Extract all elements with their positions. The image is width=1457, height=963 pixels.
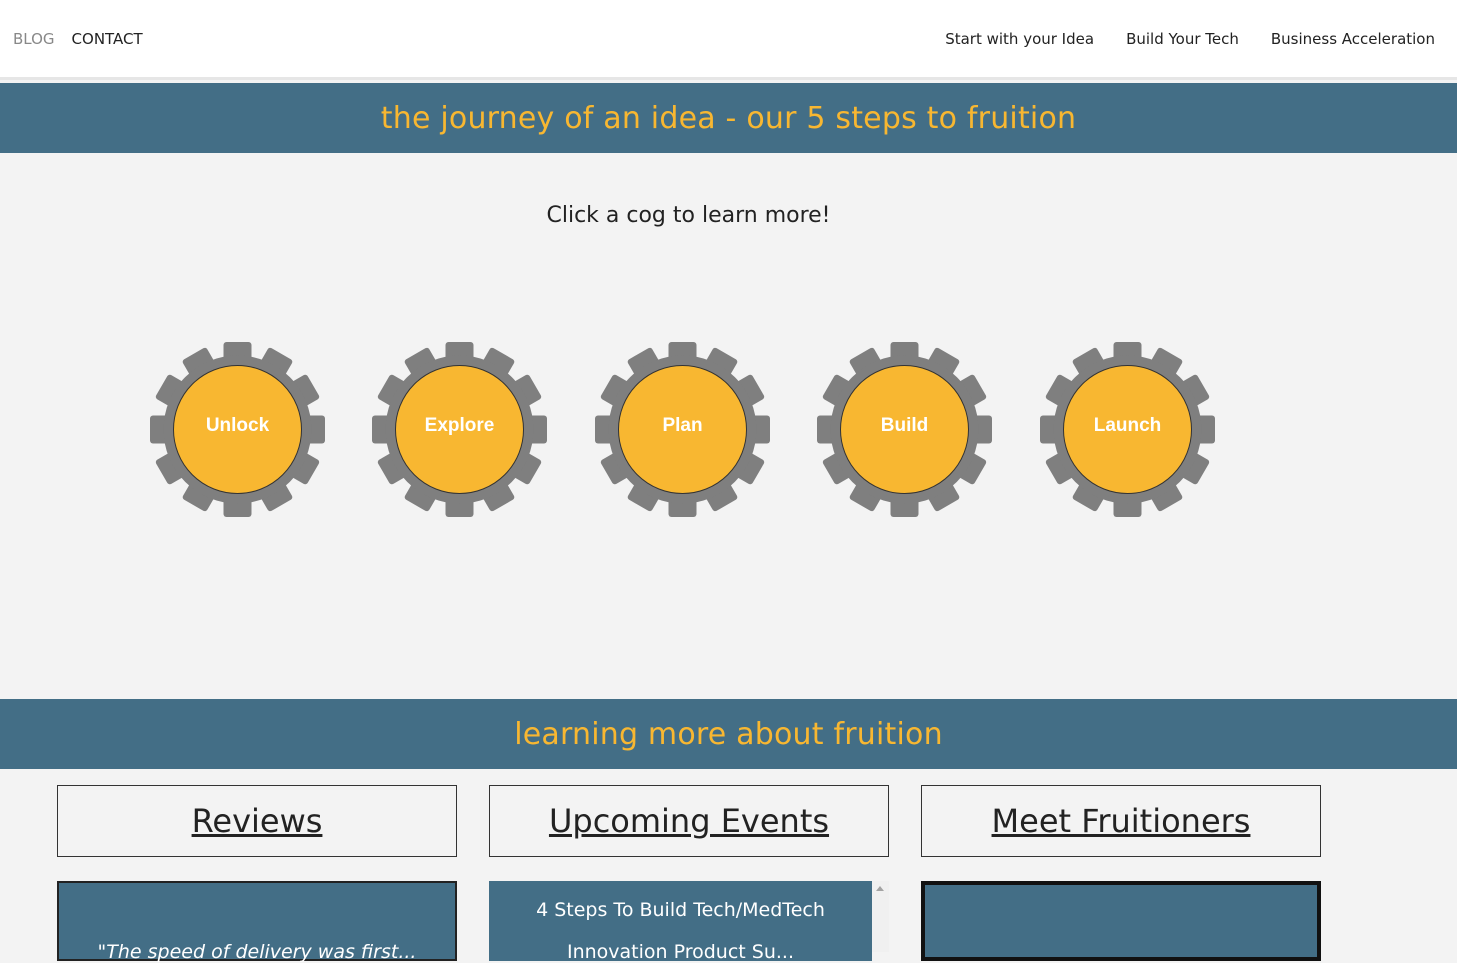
events-panel: 4 Steps To Build Tech/MedTech Innovation… bbox=[489, 881, 872, 963]
meet-fruitioners-panel bbox=[921, 881, 1321, 961]
review-quote: "The speed of delivery was first... bbox=[97, 941, 417, 963]
meet-fruitioners-tab[interactable]: Meet Fruitioners bbox=[921, 785, 1321, 857]
cog-hint-text: Click a cog to learn more! bbox=[546, 203, 831, 228]
learning-heading: learning more about fruition bbox=[514, 716, 943, 752]
nav-link-blog[interactable]: BLOG bbox=[13, 30, 55, 48]
cog-explore[interactable]: Explore bbox=[372, 342, 547, 517]
reviews-tab-label: Reviews bbox=[191, 802, 323, 840]
reviews-tab[interactable]: Reviews bbox=[57, 785, 457, 857]
cog-build[interactable]: Build bbox=[817, 342, 992, 517]
journey-heading: the journey of an idea - our 5 steps to … bbox=[380, 100, 1077, 136]
top-navigation: BLOG CONTACT Start with your Idea Build … bbox=[0, 0, 1457, 80]
reviews-panel: "The speed of delivery was first... bbox=[57, 881, 457, 963]
cog-plan[interactable]: Plan bbox=[595, 342, 770, 517]
nav-link-start-with-idea[interactable]: Start with your Idea bbox=[945, 30, 1094, 48]
upcoming-events-tab-label: Upcoming Events bbox=[548, 802, 830, 840]
scroll-up-arrow-icon[interactable] bbox=[876, 886, 884, 891]
event-item[interactable]: Innovation Product Su... bbox=[489, 941, 872, 963]
cog-launch[interactable]: Launch bbox=[1040, 342, 1215, 517]
upcoming-events-tab[interactable]: Upcoming Events bbox=[489, 785, 889, 857]
nav-link-contact[interactable]: CONTACT bbox=[72, 30, 143, 48]
nav-right-group: Start with your Idea Build Your Tech Bus… bbox=[945, 30, 1435, 48]
nav-link-business-acceleration[interactable]: Business Acceleration bbox=[1271, 30, 1435, 48]
cog-label-build: Build bbox=[880, 414, 929, 436]
journey-banner: the journey of an idea - our 5 steps to … bbox=[0, 83, 1457, 153]
event-item[interactable]: 4 Steps To Build Tech/MedTech bbox=[489, 899, 872, 921]
cog-unlock[interactable]: Unlock bbox=[150, 342, 325, 517]
nav-link-build-your-tech[interactable]: Build Your Tech bbox=[1126, 30, 1239, 48]
cog-label-unlock: Unlock bbox=[205, 414, 270, 436]
cog-label-explore: Explore bbox=[424, 414, 495, 436]
cog-label-launch: Launch bbox=[1093, 414, 1162, 436]
nav-left-group: BLOG CONTACT bbox=[13, 30, 143, 48]
events-scrollbar[interactable] bbox=[872, 881, 889, 952]
meet-fruitioners-tab-label: Meet Fruitioners bbox=[991, 802, 1251, 840]
learning-banner: learning more about fruition bbox=[0, 699, 1457, 769]
cog-label-plan: Plan bbox=[662, 414, 703, 436]
